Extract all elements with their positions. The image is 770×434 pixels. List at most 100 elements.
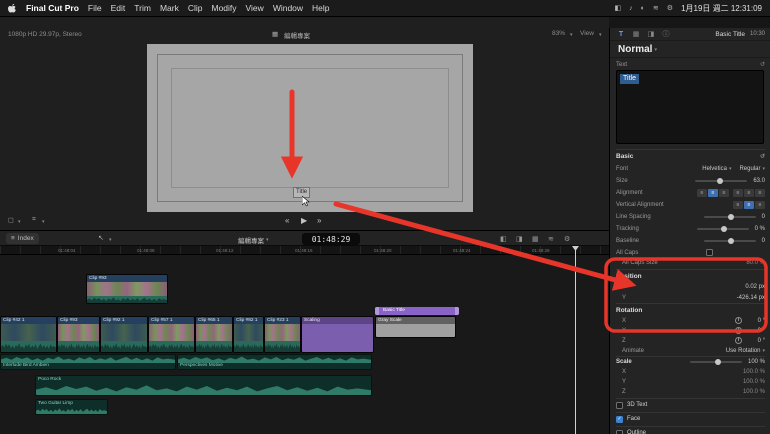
face-checkbox[interactable]: ✓: [616, 416, 623, 423]
font-family-dropdown[interactable]: Helvetica: [702, 166, 727, 172]
scale-z-value[interactable]: 100.0 %: [743, 389, 765, 395]
justify-center-button[interactable]: ≡: [744, 189, 754, 197]
crop-tool-icon[interactable]: ⌗: [32, 216, 36, 224]
scale-value[interactable]: 100 %: [748, 359, 765, 365]
tab-info-inspector[interactable]: ⓘ: [661, 29, 671, 39]
scale-label: Scale: [616, 359, 632, 365]
skip-back-button[interactable]: «: [285, 216, 289, 225]
pointer-tool-dropdown[interactable]: ↖: [98, 234, 104, 242]
apple-menu-icon[interactable]: [8, 3, 17, 14]
audio-clip-label: Poco Rock: [38, 377, 61, 382]
timeline-toolbar: ≡ Index ↖ ▾ 編輯專案 ▾ 01:48:29 ◧ ◨ ▦ ≋ ⚙: [0, 230, 609, 246]
timeline-ruler[interactable]: 01:48:04 01:48:08 01:48:12 01:48:16 01:4…: [0, 246, 609, 255]
align-center-button[interactable]: ≡: [708, 189, 718, 197]
timeline-settings-icon[interactable]: ⚙: [564, 235, 570, 243]
all-caps-checkbox[interactable]: [706, 249, 713, 256]
tracking-value[interactable]: 0 %: [755, 226, 765, 232]
menu-trim[interactable]: Trim: [134, 3, 151, 13]
rotation-x-dial[interactable]: [735, 317, 742, 324]
rotation-y-value[interactable]: 0 °: [758, 328, 765, 334]
menu-mark[interactable]: Mark: [160, 3, 179, 13]
menu-modify[interactable]: Modify: [211, 3, 236, 13]
connected-video-clip[interactable]: Clip #93: [86, 274, 168, 304]
menu-window[interactable]: Window: [273, 3, 303, 13]
position-y-value[interactable]: -426.14 px: [737, 295, 765, 301]
timeline-project-dropdown[interactable]: 編輯專案 ▾: [238, 235, 269, 245]
reset-icon[interactable]: ↺: [760, 61, 765, 68]
primary-clip[interactable]: Clip #82 1: [233, 316, 264, 353]
primary-clip[interactable]: Clip #23 1: [264, 316, 301, 353]
animate-dropdown[interactable]: Use Rotation: [726, 348, 761, 354]
scale-y-value[interactable]: 100.0 %: [743, 379, 765, 385]
menu-clip[interactable]: Clip: [188, 3, 203, 13]
rotation-z-value[interactable]: 0 °: [758, 338, 765, 344]
gray-scale-generator-clip[interactable]: Gray Scale: [375, 316, 456, 338]
menu-app-title[interactable]: Final Cut Pro: [26, 3, 79, 13]
title-preset-dropdown[interactable]: Normal ▾: [610, 42, 770, 58]
tracking-slider[interactable]: [697, 228, 749, 230]
align-left-button[interactable]: ≡: [697, 189, 707, 197]
menu-edit[interactable]: Edit: [111, 3, 126, 13]
play-button[interactable]: ▶: [301, 216, 307, 225]
playhead[interactable]: [575, 246, 576, 434]
status-icon-4[interactable]: ≋: [653, 4, 659, 12]
index-button[interactable]: ≡ Index: [6, 233, 39, 244]
three-d-text-checkbox[interactable]: [616, 402, 623, 409]
position-y-label: Y: [616, 295, 626, 301]
transform-tool-icon[interactable]: ◻: [8, 216, 14, 224]
timeline-tool-icon-1[interactable]: ◧: [500, 235, 507, 243]
audio-clip[interactable]: Interlude Bird Ambien: [0, 354, 176, 370]
font-style-dropdown[interactable]: Regular: [739, 166, 760, 172]
primary-clip[interactable]: Clip #92 1: [100, 316, 148, 353]
menu-file[interactable]: File: [88, 3, 102, 13]
valign-top-button[interactable]: ≡: [733, 201, 743, 209]
position-x-value[interactable]: 0.02 px: [745, 284, 765, 290]
menu-help[interactable]: Help: [312, 3, 329, 13]
primary-clip[interactable]: Clip #42 1: [0, 316, 57, 353]
title-text-input[interactable]: Title: [616, 70, 764, 144]
size-value[interactable]: 63.0: [753, 178, 765, 184]
viewer-zoom-dropdown[interactable]: 83%: [552, 30, 565, 37]
audio-clip[interactable]: Perspectives Motive: [177, 354, 372, 370]
menu-view[interactable]: View: [246, 3, 264, 13]
skip-forward-button[interactable]: »: [317, 216, 321, 225]
scaling-generator-clip[interactable]: Scaling: [301, 316, 374, 353]
justify-left-button[interactable]: ≡: [733, 189, 743, 197]
menubar-clock[interactable]: 1月19日 週二 12:31:09: [681, 3, 762, 14]
status-icon-5[interactable]: ⚙: [667, 4, 673, 12]
timeline-tool-icon-4[interactable]: ≋: [548, 235, 554, 243]
size-slider[interactable]: [695, 180, 747, 182]
justify-right-button[interactable]: ≡: [755, 189, 765, 197]
baseline-slider[interactable]: [704, 240, 756, 242]
status-icon-1[interactable]: ◧: [615, 4, 622, 12]
rotation-z-dial[interactable]: [735, 337, 742, 344]
status-icon-2[interactable]: ♪: [629, 5, 633, 12]
rotation-y-dial[interactable]: [735, 327, 742, 334]
timeline-tool-icon-3[interactable]: ▦: [532, 235, 539, 243]
primary-clip[interactable]: Clip #65 1: [195, 316, 233, 353]
clip-audio-strip: [87, 296, 167, 303]
scale-slider[interactable]: [690, 361, 742, 363]
all-caps-size-value[interactable]: 80.0 %: [746, 260, 765, 266]
status-icon-3[interactable]: ◐: [641, 5, 645, 12]
outline-checkbox[interactable]: [616, 430, 623, 434]
viewer-view-dropdown[interactable]: View: [580, 30, 594, 37]
basic-title-clip[interactable]: Basic Title: [375, 307, 459, 315]
primary-clip[interactable]: Clip #57 1: [148, 316, 195, 353]
tab-text-inspector[interactable]: T: [616, 31, 626, 38]
valign-bottom-button[interactable]: ≡: [755, 201, 765, 209]
scale-x-value[interactable]: 100.0 %: [743, 369, 765, 375]
tab-title-inspector[interactable]: ▦: [631, 30, 641, 38]
rotation-x-value[interactable]: 0 °: [758, 318, 765, 324]
reset-icon[interactable]: ↺: [760, 153, 765, 160]
valign-middle-button[interactable]: ≡: [744, 201, 754, 209]
line-spacing-slider[interactable]: [704, 216, 756, 218]
baseline-value[interactable]: 0: [762, 238, 765, 244]
audio-clip[interactable]: Two Guitar Limp: [35, 399, 108, 415]
primary-clip[interactable]: Clip #93: [57, 316, 100, 353]
tab-video-inspector[interactable]: ◨: [646, 30, 656, 38]
align-right-button[interactable]: ≡: [719, 189, 729, 197]
line-spacing-value[interactable]: 0: [762, 214, 765, 220]
audio-clip[interactable]: Poco Rock: [35, 375, 372, 396]
timeline-tool-icon-2[interactable]: ◨: [516, 235, 523, 243]
